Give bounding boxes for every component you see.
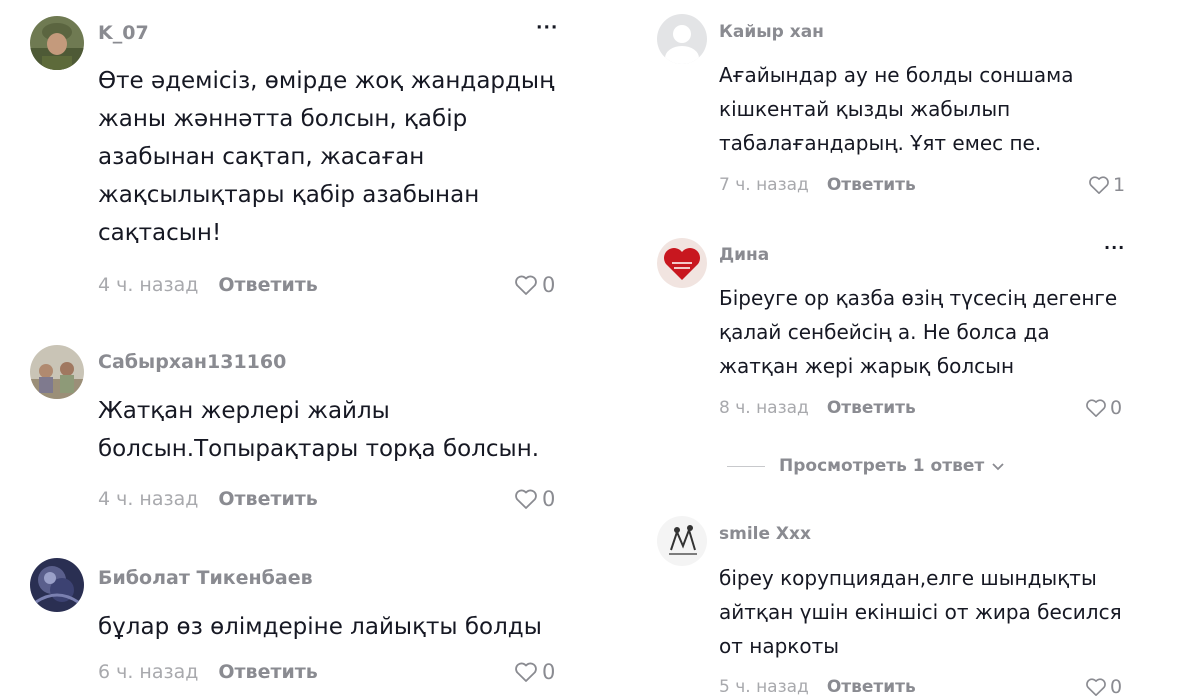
comment-meta: 5 ч. назад Ответить [719, 677, 916, 697]
reply-button[interactable]: Ответить [827, 175, 916, 195]
avatar[interactable] [30, 558, 84, 612]
reply-button[interactable]: Ответить [827, 398, 916, 418]
comment-meta: 7 ч. назад Ответить [719, 175, 916, 195]
comment-text: Біреуге ор қазба өзің түсесің дегенге қа… [719, 286, 1118, 378]
like-button[interactable]: 1 [1088, 174, 1125, 196]
reply-button[interactable]: Ответить [218, 274, 317, 296]
comment-time: 5 ч. назад [719, 677, 809, 697]
comment-time: 6 ч. назад [98, 661, 199, 683]
comment-username[interactable]: Дина [719, 245, 769, 265]
default-user-avatar [657, 14, 707, 64]
heart-icon [514, 661, 538, 683]
comment-text: Өте әдемісіз, өмірде жоқ жандардың жаны … [98, 68, 555, 246]
comment-meta: 4 ч. назад Ответить [98, 488, 318, 510]
comment-meta: 6 ч. назад Ответить [98, 661, 318, 683]
like-count: 1 [1113, 174, 1126, 196]
reply-button[interactable]: Ответить [218, 661, 317, 683]
more-options-icon[interactable]: ··· [536, 18, 558, 38]
comment-time: 8 ч. назад [719, 398, 809, 418]
divider [727, 465, 765, 467]
comment-text: бұлар өз өлімдеріне лайықты болды [98, 614, 542, 640]
avatar[interactable] [657, 516, 707, 566]
military-photo-avatar [30, 16, 84, 70]
heart-icon [1085, 677, 1107, 697]
chevron-down-icon [992, 456, 1004, 476]
like-button[interactable]: 0 [514, 487, 555, 511]
comment-time: 4 ч. назад [98, 274, 199, 296]
like-button[interactable]: 0 [1085, 397, 1122, 419]
comment-text: біреу корупциядан,елге шындықты айтқан ү… [719, 566, 1122, 658]
comment-text: Жатқан жерлері жайлы болсын.Топырақтары … [98, 398, 540, 462]
comment-username[interactable]: Кайыр хан [719, 22, 824, 42]
comment-time: 7 ч. назад [719, 175, 809, 195]
comment-username[interactable]: Биболат Тикенбаев [98, 567, 313, 589]
comment-time: 4 ч. назад [98, 488, 199, 510]
like-button[interactable]: 0 [514, 660, 555, 684]
avatar[interactable] [657, 238, 707, 288]
comment-username[interactable]: smile Xxx [719, 524, 811, 544]
like-count: 0 [1110, 676, 1123, 698]
heart-icon [514, 274, 538, 296]
reply-button[interactable]: Ответить [827, 677, 916, 697]
like-count: 0 [542, 660, 556, 684]
like-button[interactable]: 0 [1085, 676, 1122, 698]
dark-abstract-avatar [30, 558, 84, 612]
comment-meta: 8 ч. назад Ответить [719, 398, 916, 418]
heart-icon [1085, 398, 1107, 418]
red-heart-avatar [657, 238, 707, 288]
comment-text: Ағайындар ау не болды соншама кішкентай … [719, 63, 1074, 155]
comment-username[interactable]: K_07 [98, 22, 149, 44]
avatar[interactable] [30, 345, 84, 399]
like-count: 0 [542, 273, 556, 297]
comment-meta: 4 ч. назад Ответить [98, 274, 318, 296]
heart-icon [514, 488, 538, 510]
like-count: 0 [1110, 397, 1123, 419]
avatar[interactable] [30, 16, 84, 70]
view-replies-label: Просмотреть 1 ответ [779, 456, 985, 476]
view-replies-button[interactable]: Просмотреть 1 ответ [727, 456, 1004, 476]
sketch-avatar [657, 516, 707, 566]
avatar[interactable] [657, 14, 707, 64]
heart-icon [1088, 175, 1110, 195]
reply-button[interactable]: Ответить [218, 488, 317, 510]
comment-username[interactable]: Сабырхан131160 [98, 351, 286, 373]
more-options-icon[interactable]: ··· [1104, 238, 1125, 257]
group-photo-avatar [30, 345, 84, 399]
like-count: 0 [542, 487, 556, 511]
like-button[interactable]: 0 [514, 273, 555, 297]
